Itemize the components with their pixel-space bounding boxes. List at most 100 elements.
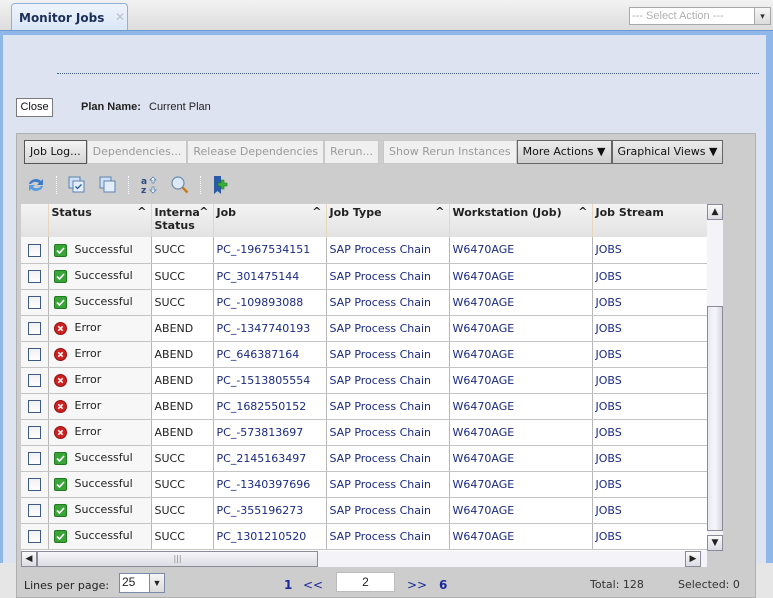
status-cell: Error bbox=[48, 341, 152, 368]
chevron-down-icon[interactable]: ▾ bbox=[754, 8, 770, 24]
scroll-down-icon[interactable]: ▼ bbox=[707, 535, 723, 551]
column-header-job-type[interactable]: Job Type ^ bbox=[326, 204, 450, 237]
sort-icon[interactable]: ^ bbox=[199, 205, 208, 218]
sort-icon[interactable]: ^ bbox=[137, 205, 146, 218]
horizontal-scroll-thumb[interactable]: ||| bbox=[37, 551, 318, 567]
table-row[interactable]: Error ABEND PC_-1347740193 SAP Process Chai… bbox=[21, 315, 707, 342]
job-type-cell: SAP Process Chain bbox=[326, 445, 450, 472]
row-checkbox[interactable] bbox=[27, 529, 41, 543]
job-name-cell[interactable]: PC_646387164 bbox=[213, 341, 327, 368]
job-log-button[interactable]: Job Log... bbox=[24, 140, 87, 164]
add-bookmark-icon[interactable] bbox=[210, 174, 232, 196]
table-row[interactable]: Successful SUCC PC_1301210520 SAP Process C… bbox=[21, 523, 707, 550]
row-checkbox[interactable] bbox=[27, 347, 41, 361]
workstation-cell: W6470AGE bbox=[449, 393, 593, 420]
select-all-icon[interactable] bbox=[66, 174, 88, 196]
release-dependencies-button[interactable]: Release Dependencies bbox=[187, 140, 325, 164]
job-name-cell[interactable]: PC_1301210520 bbox=[213, 523, 327, 550]
vertical-scroll-thumb[interactable] bbox=[707, 306, 723, 531]
content-panel: Close Plan Name: Current Plan Job Log...… bbox=[0, 35, 768, 598]
row-checkbox[interactable] bbox=[27, 477, 41, 491]
table-row[interactable]: Successful SUCC PC_-1967534151 SAP Process … bbox=[21, 237, 707, 264]
next-page-link[interactable]: >> bbox=[407, 578, 427, 592]
table-row[interactable]: Successful SUCC PC_2145163497 SAP Process C… bbox=[21, 445, 707, 472]
job-type-cell: SAP Process Chain bbox=[326, 367, 450, 394]
column-header-job-stream[interactable]: Job Stream bbox=[592, 204, 707, 237]
job-stream-cell: JOBS bbox=[592, 341, 707, 368]
row-checkbox[interactable] bbox=[27, 295, 41, 309]
table-row[interactable]: Error ABEND PC_646387164 SAP Process Chain W… bbox=[21, 341, 707, 368]
job-name-cell[interactable]: PC_-1967534151 bbox=[213, 237, 327, 264]
lines-per-page-value: 25 bbox=[122, 575, 136, 589]
job-name-cell[interactable]: PC_-109893088 bbox=[213, 289, 327, 316]
column-header-workstation[interactable]: Workstation (Job) ^ bbox=[449, 204, 593, 237]
job-type-cell: SAP Process Chain bbox=[326, 393, 450, 420]
table-row[interactable]: Successful SUCC PC_-355196273 SAP Process C… bbox=[21, 497, 707, 524]
close-tab-icon[interactable]: ✕ bbox=[115, 10, 125, 24]
job-name-cell[interactable]: PC_1682550152 bbox=[213, 393, 327, 420]
row-checkbox[interactable] bbox=[27, 399, 41, 413]
dependencies-button[interactable]: Dependencies... bbox=[86, 140, 188, 164]
select-action-dropdown[interactable]: --- Select Action --- ▾ bbox=[629, 7, 771, 25]
table-row[interactable]: Successful SUCC PC_-109893088 SAP Process C… bbox=[21, 289, 707, 316]
selected-count: Selected: 0 bbox=[678, 578, 740, 591]
sort-icon[interactable]: ^ bbox=[578, 205, 587, 218]
sort-icon[interactable]: ^ bbox=[312, 205, 321, 218]
job-stream-cell: JOBS bbox=[592, 367, 707, 394]
row-checkbox-cell bbox=[21, 263, 49, 290]
row-checkbox[interactable] bbox=[27, 451, 41, 465]
table-row[interactable]: Successful SUCC PC_-1340397696 SAP Process … bbox=[21, 471, 707, 498]
job-name-cell[interactable]: PC_-573813697 bbox=[213, 419, 327, 446]
status-text: Error bbox=[74, 347, 102, 361]
tab-monitor-jobs[interactable]: Monitor Jobs ✕ bbox=[11, 3, 128, 32]
close-button[interactable]: Close bbox=[16, 98, 53, 117]
previous-page-link[interactable]: << bbox=[303, 578, 323, 592]
more-actions-menu[interactable]: More Actions ▼ bbox=[516, 140, 612, 164]
table-row[interactable]: Error ABEND PC_-573813697 SAP Process Chain… bbox=[21, 419, 707, 446]
job-name-cell[interactable]: PC_-355196273 bbox=[213, 497, 327, 524]
horizontal-scrollbar[interactable]: ◀ ||| ▶ bbox=[21, 551, 707, 567]
row-checkbox[interactable] bbox=[27, 243, 41, 257]
job-type-cell: SAP Process Chain bbox=[326, 523, 450, 550]
job-name-cell[interactable]: PC_-1340397696 bbox=[213, 471, 327, 498]
row-checkbox[interactable] bbox=[27, 373, 41, 387]
job-name-cell[interactable]: PC_301475144 bbox=[213, 263, 327, 290]
column-header-status[interactable]: Status ^ bbox=[48, 204, 152, 237]
vertical-scrollbar[interactable]: ▲ ▼ bbox=[707, 204, 723, 551]
search-icon[interactable] bbox=[169, 174, 191, 196]
refresh-icon[interactable] bbox=[25, 174, 47, 196]
lines-per-page-select[interactable]: 25 ▼ bbox=[119, 573, 165, 593]
row-checkbox-cell bbox=[21, 445, 49, 472]
scroll-up-icon[interactable]: ▲ bbox=[707, 204, 723, 220]
job-name-cell[interactable]: PC_2145163497 bbox=[213, 445, 327, 472]
row-checkbox[interactable] bbox=[27, 425, 41, 439]
graphical-views-menu[interactable]: Graphical Views ▼ bbox=[611, 140, 724, 164]
first-page-link[interactable]: 1 bbox=[284, 578, 292, 592]
row-checkbox[interactable] bbox=[27, 503, 41, 517]
table-row[interactable]: Error ABEND PC_-1513805554 SAP Process Chai… bbox=[21, 367, 707, 394]
scroll-left-icon[interactable]: ◀ bbox=[21, 551, 37, 567]
job-name-cell[interactable]: PC_-1347740193 bbox=[213, 315, 327, 342]
chevron-down-icon[interactable]: ▼ bbox=[149, 574, 164, 592]
rerun-button[interactable]: Rerun... bbox=[324, 140, 380, 164]
table-row[interactable]: Successful SUCC PC_301475144 SAP Process Ch… bbox=[21, 263, 707, 290]
error-x-icon bbox=[52, 425, 75, 439]
row-checkbox-cell bbox=[21, 315, 49, 342]
row-checkbox[interactable] bbox=[27, 321, 41, 335]
row-checkbox[interactable] bbox=[27, 269, 41, 283]
row-checkbox-cell bbox=[21, 497, 49, 524]
success-check-icon bbox=[52, 451, 75, 465]
error-x-icon bbox=[52, 373, 75, 387]
success-check-icon bbox=[52, 295, 75, 309]
sort-icon[interactable]: ^ bbox=[435, 205, 444, 218]
current-page-input[interactable]: 2 bbox=[336, 572, 395, 592]
last-page-link[interactable]: 6 bbox=[439, 578, 447, 592]
deselect-all-icon[interactable] bbox=[97, 174, 119, 196]
show-rerun-instances-button[interactable]: Show Rerun Instances bbox=[383, 140, 517, 164]
table-row[interactable]: Error ABEND PC_1682550152 SAP Process Chain… bbox=[21, 393, 707, 420]
scroll-right-icon[interactable]: ▶ bbox=[685, 551, 701, 567]
sort-icon[interactable]: az bbox=[138, 174, 160, 196]
job-name-cell[interactable]: PC_-1513805554 bbox=[213, 367, 327, 394]
column-header-job[interactable]: Job ^ bbox=[213, 204, 327, 237]
column-header-internal-status[interactable]: Interna Status ^ bbox=[151, 204, 214, 237]
